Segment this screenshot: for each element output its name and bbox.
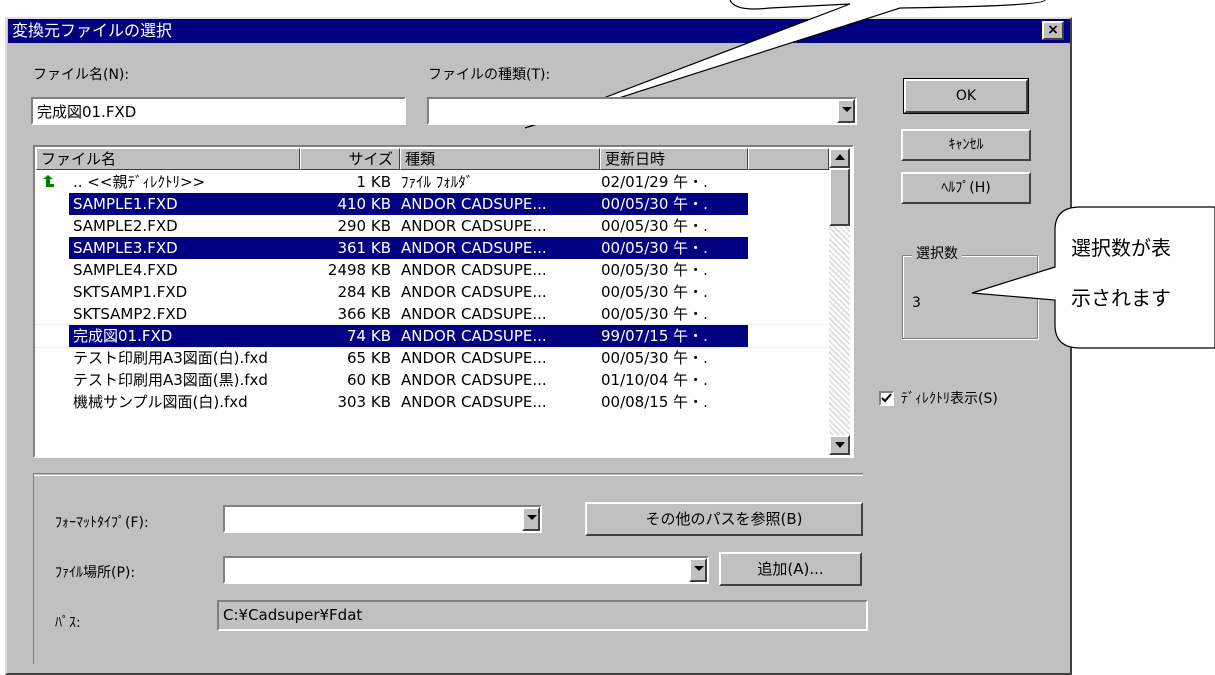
- file-date-cell: 00/05/30 午・.: [601, 305, 708, 323]
- file-size-cell: 290 KB: [337, 217, 391, 235]
- column-header-type[interactable]: 種類: [400, 148, 600, 170]
- parent-folder-arrow-icon: [41, 171, 57, 193]
- list-item[interactable]: SAMPLE2.FXD 290 KB ANDOR CADSUPE... 00/05/3…: [35, 215, 829, 237]
- selection-count-value: 3: [912, 295, 921, 311]
- callout-text-line1: 選択数が表: [1071, 236, 1171, 260]
- file-location-label: ﾌｧｲﾙ場所(P):: [55, 565, 136, 581]
- file-type-cell: ANDOR CADSUPE...: [401, 393, 547, 411]
- file-name-cell: SKTSAMP2.FXD: [73, 305, 188, 323]
- file-type-cell: ANDOR CADSUPE...: [401, 217, 547, 235]
- column-header-filler: [748, 148, 829, 170]
- list-item[interactable]: SAMPLE3.FXD 361 KB ANDOR CADSUPE... 00/05/3…: [35, 237, 829, 259]
- file-size-cell: 60 KB: [347, 371, 391, 389]
- file-name-cell: 機械サンプル図面(白).fxd: [73, 393, 248, 411]
- filename-input-value: 完成図01.FXD: [37, 103, 137, 121]
- file-name-cell: SKTSAMP1.FXD: [73, 283, 188, 301]
- ok-button[interactable]: OK: [903, 78, 1029, 114]
- path-display-value: C:¥Cadsuper¥Fdat: [223, 606, 363, 624]
- dir-display-label: ﾃﾞｨﾚｸﾄﾘ表示(S): [901, 391, 998, 407]
- file-name-cell: SAMPLE2.FXD: [73, 217, 178, 235]
- checkmark-icon: [881, 393, 892, 403]
- file-location-combo[interactable]: [223, 556, 709, 584]
- file-type-cell: ANDOR CADSUPE...: [401, 283, 547, 301]
- scroll-thumb[interactable]: [829, 168, 850, 226]
- filename-label: ファイル名(N):: [33, 67, 130, 83]
- list-item[interactable]: SKTSAMP2.FXD 366 KB ANDOR CADSUPE... 00/05/…: [35, 303, 829, 325]
- add-button[interactable]: 追加(A)...: [719, 552, 862, 586]
- column-header-name[interactable]: ファイル名: [36, 148, 300, 170]
- file-date-cell: 00/05/30 午・.: [601, 283, 708, 301]
- list-item[interactable]: 完成図01.FXD 74 KB ANDOR CADSUPE... 99/07/15 午…: [35, 324, 830, 348]
- file-date-cell: 02/01/29 午・.: [601, 173, 708, 191]
- file-size-cell: 366 KB: [337, 305, 391, 323]
- chevron-down-icon[interactable]: [837, 99, 855, 123]
- list-item[interactable]: 機械サンプル図面(白).fxd 303 KB ANDOR CADSUPE... 00/…: [35, 391, 829, 413]
- list-item[interactable]: テスト印刷用A3図面(黒).fxd 60 KB ANDOR CADSUPE... 01…: [35, 369, 829, 391]
- file-name-cell: 完成図01.FXD: [69, 325, 299, 347]
- chevron-down-icon[interactable]: [689, 558, 707, 582]
- file-size-cell: 2498 KB: [327, 261, 391, 279]
- file-type-cell: ANDOR CADSUPE...: [397, 325, 597, 347]
- file-name-cell: .. <<親ﾃﾞｨﾚｸﾄﾘ>>: [73, 173, 206, 191]
- format-type-label: ﾌｫｰﾏｯﾄﾀｲﾌﾟ(F):: [55, 515, 149, 531]
- file-size-cell: 361 KB: [299, 237, 397, 259]
- file-type-cell: ﾌｧｲﾙ ﾌｫﾙﾀﾞ: [401, 173, 474, 191]
- filename-input[interactable]: 完成図01.FXD: [31, 97, 406, 125]
- vertical-scrollbar[interactable]: [829, 148, 850, 455]
- file-type-cell: ANDOR CADSUPE...: [397, 193, 597, 215]
- file-date-cell: 99/07/15 午・.: [597, 325, 748, 347]
- file-date-cell: 00/05/30 午・.: [601, 349, 708, 367]
- file-type-cell: ANDOR CADSUPE...: [401, 349, 547, 367]
- format-type-combo[interactable]: [223, 505, 542, 533]
- file-size-cell: 410 KB: [299, 193, 397, 215]
- file-size-cell: 74 KB: [299, 325, 397, 347]
- file-name-cell: SAMPLE1.FXD: [69, 193, 299, 215]
- filetype-label: ファイルの種類(T):: [428, 67, 551, 83]
- dir-display-checkbox[interactable]: [879, 391, 894, 406]
- help-button[interactable]: ﾍﾙﾌﾟ(H): [901, 172, 1031, 204]
- file-name-cell: テスト印刷用A3図面(白).fxd: [73, 349, 268, 367]
- column-header-date[interactable]: 更新日時: [600, 148, 748, 170]
- file-date-cell: 00/08/15 午・.: [601, 393, 708, 411]
- file-date-cell: 00/05/30 午・.: [597, 193, 748, 215]
- file-date-cell: 00/05/30 午・.: [597, 237, 748, 259]
- chevron-down-icon[interactable]: [522, 507, 540, 531]
- list-item[interactable]: SAMPLE4.FXD 2498 KB ANDOR CADSUPE... 00/05/…: [35, 259, 829, 281]
- file-size-cell: 284 KB: [337, 283, 391, 301]
- selection-count-label: 選択数: [912, 243, 962, 263]
- file-name-cell: SAMPLE4.FXD: [73, 261, 178, 279]
- file-list[interactable]: ファイル名 サイズ 種類 更新日時 .. <<親ﾃﾞｨﾚｸﾄﾘ>> 1 KB ﾌｧｲ…: [33, 145, 854, 458]
- scroll-down-icon[interactable]: [829, 435, 850, 455]
- scroll-up-icon[interactable]: [829, 148, 850, 168]
- file-date-cell: 00/05/30 午・.: [601, 261, 708, 279]
- list-item[interactable]: テスト印刷用A3図面(白).fxd 65 KB ANDOR CADSUPE... 00…: [35, 347, 829, 369]
- cancel-button[interactable]: ｷｬﾝｾﾙ: [901, 129, 1031, 161]
- file-type-cell: ANDOR CADSUPE...: [401, 305, 547, 323]
- file-size-cell: 303 KB: [337, 393, 391, 411]
- filetype-combo[interactable]: [427, 97, 857, 125]
- callout-bubble: [971, 206, 1215, 349]
- file-type-cell: ANDOR CADSUPE...: [401, 261, 547, 279]
- list-item[interactable]: .. <<親ﾃﾞｨﾚｸﾄﾘ>> 1 KB ﾌｧｲﾙ ﾌｫﾙﾀﾞ 02/01/29 午・…: [35, 171, 829, 193]
- file-name-cell: テスト印刷用A3図面(黒).fxd: [73, 371, 268, 389]
- list-item[interactable]: SAMPLE1.FXD 410 KB ANDOR CADSUPE... 00/05/3…: [35, 193, 829, 215]
- file-date-cell: 01/10/04 午・.: [601, 371, 708, 389]
- list-item[interactable]: SKTSAMP1.FXD 284 KB ANDOR CADSUPE... 00/05/…: [35, 281, 829, 303]
- callout-text-line2: 示されます: [1071, 286, 1171, 310]
- file-date-cell: 00/05/30 午・.: [601, 217, 708, 235]
- path-display: C:¥Cadsuper¥Fdat: [217, 600, 868, 631]
- path-label: ﾊﾟｽ:: [55, 615, 81, 631]
- file-size-cell: 1 KB: [356, 173, 391, 191]
- file-name-cell: SAMPLE3.FXD: [69, 237, 299, 259]
- file-type-cell: ANDOR CADSUPE...: [401, 371, 547, 389]
- browse-other-path-button[interactable]: その他のパスを参照(B): [585, 502, 863, 536]
- column-header-size[interactable]: サイズ: [300, 148, 400, 170]
- file-type-cell: ANDOR CADSUPE...: [397, 237, 597, 259]
- file-size-cell: 65 KB: [347, 349, 391, 367]
